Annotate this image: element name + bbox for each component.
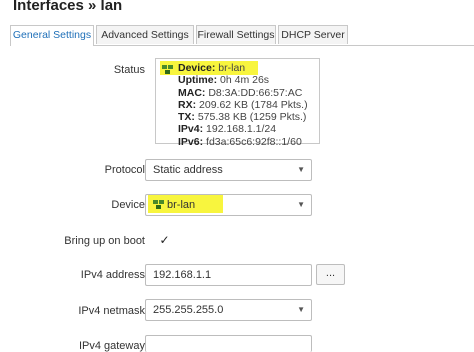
status-line-tx: TX: 575.38 KB (1259 Pkts.) xyxy=(178,111,307,124)
protocol-value: Static address xyxy=(153,164,223,176)
tab-dhcp-server[interactable]: DHCP Server xyxy=(278,25,348,44)
device-label: Device xyxy=(111,199,145,211)
status-line-rx: RX: 209.62 KB (1784 Pkts.) xyxy=(178,98,308,111)
status-details: Device: br-lan Uptime: 0h 4m 26s MAC: D8… xyxy=(178,62,308,148)
network-device-icon xyxy=(153,200,164,209)
network-device-icon xyxy=(162,65,173,74)
status-line-mac: MAC: D8:3A:DD:66:57:AC xyxy=(178,86,303,99)
ipv4-address-input[interactable]: 192.168.1.1 xyxy=(145,264,312,286)
ipv4-netmask-value: 255.255.255.0 xyxy=(153,304,224,316)
status-line-ipv6: IPv6: fd3a:65c6:92f8::1/60 xyxy=(178,135,302,148)
page-title: Interfaces » lan xyxy=(13,0,123,14)
device-value: br-lan xyxy=(167,199,196,211)
tab-advanced-settings[interactable]: Advanced Settings xyxy=(96,25,194,44)
status-line-uptime: Uptime: 0h 4m 26s xyxy=(178,74,270,87)
status-label: Status xyxy=(113,64,145,76)
tab-firewall-settings[interactable]: Firewall Settings xyxy=(196,25,276,44)
protocol-select[interactable]: Static address ▼ xyxy=(145,159,312,181)
add-address-button[interactable]: ... xyxy=(316,264,345,285)
interface-edit-page: Interfaces » lan General Settings Advanc… xyxy=(0,0,474,352)
chevron-down-icon: ▼ xyxy=(297,165,305,174)
tab-general-settings[interactable]: General Settings xyxy=(10,25,94,46)
ipv4-gateway-label: IPv4 gateway xyxy=(78,340,145,352)
boot-checkbox[interactable]: ✓ xyxy=(158,234,171,247)
status-box: Device: br-lan Uptime: 0h 4m 26s MAC: D8… xyxy=(155,58,320,148)
ipv4-gateway-input[interactable] xyxy=(145,335,312,352)
ipv4-netmask-select[interactable]: 255.255.255.0 ▼ xyxy=(145,299,312,321)
ipv4-address-label: IPv4 address xyxy=(80,269,145,281)
tab-bar: General Settings Advanced Settings Firew… xyxy=(10,25,474,46)
ipv4-netmask-label: IPv4 netmask xyxy=(78,305,145,317)
device-select[interactable]: br-lan ▼ xyxy=(145,194,312,216)
boot-label: Bring up on boot xyxy=(64,235,145,247)
chevron-down-icon: ▼ xyxy=(297,200,305,209)
protocol-label: Protocol xyxy=(104,164,145,176)
chevron-down-icon: ▼ xyxy=(297,305,305,314)
status-line-ipv4: IPv4: 192.168.1.1/24 xyxy=(178,123,277,136)
status-line-device: Device: br-lan xyxy=(178,62,246,74)
